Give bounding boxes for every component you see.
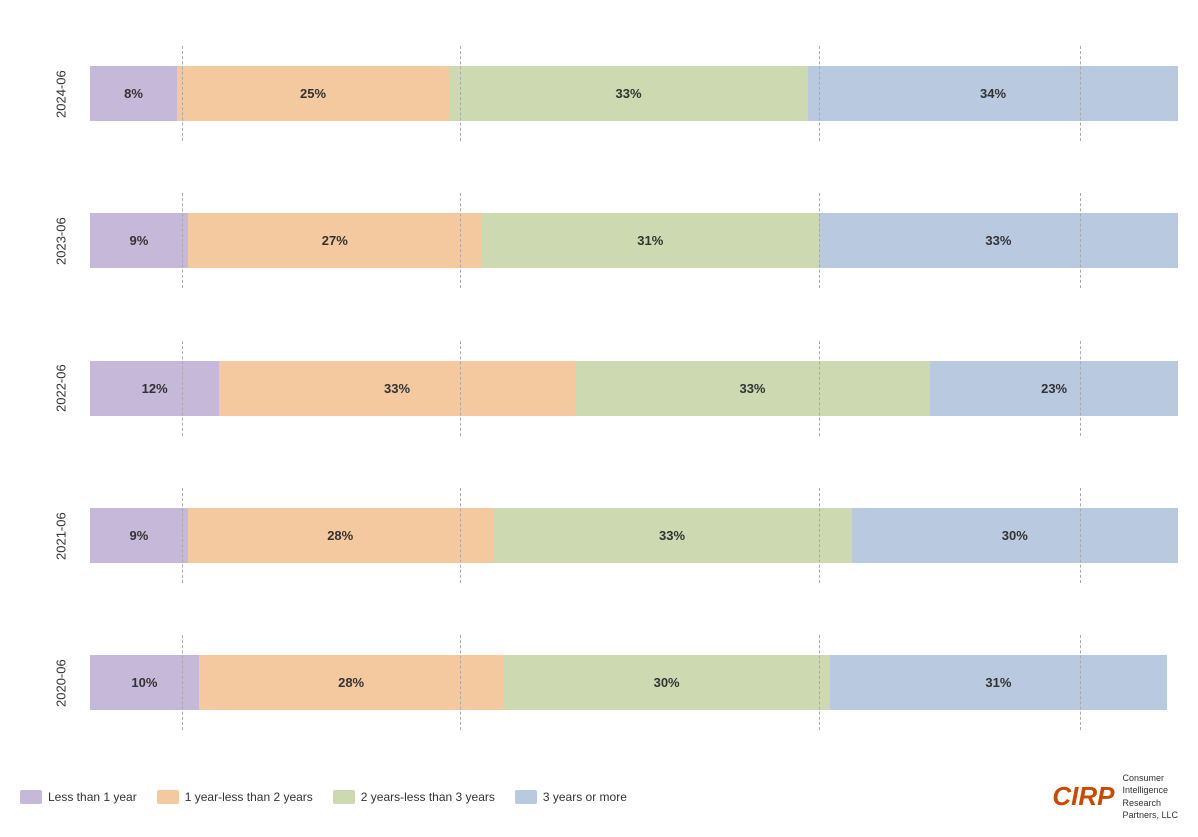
legend-label: Less than 1 year	[48, 790, 137, 804]
brand-cirp-text: CIRP	[1052, 781, 1114, 812]
legend-label: 1 year-less than 2 years	[185, 790, 313, 804]
y-axis-label: 2022-06	[20, 348, 90, 428]
bar-row: 2023-069%27%31%33%	[20, 201, 1178, 281]
bar-segment: 28%	[199, 655, 504, 710]
stacked-bar: 9%27%31%33%	[90, 213, 1178, 268]
bar-segment: 33%	[449, 66, 808, 121]
bar-segment: 9%	[90, 508, 188, 563]
bar-segment: 9%	[90, 213, 188, 268]
bar-segment: 10%	[90, 655, 199, 710]
legend-item: 1 year-less than 2 years	[157, 790, 313, 804]
bar-segment: 12%	[90, 361, 219, 416]
bar-segment: 33%	[575, 361, 930, 416]
bar-segment: 30%	[852, 508, 1178, 563]
legend-item: 2 years-less than 3 years	[333, 790, 495, 804]
bar-segment: 23%	[930, 361, 1178, 416]
bar-row: 2024-068%25%33%34%	[20, 54, 1178, 134]
bar-segment: 8%	[90, 66, 177, 121]
legend-swatch	[515, 790, 537, 804]
legend-label: 2 years-less than 3 years	[361, 790, 495, 804]
stacked-bar: 10%28%30%31%	[90, 655, 1178, 710]
legend-swatch	[20, 790, 42, 804]
bar-row: 2020-0610%28%30%31%	[20, 643, 1178, 723]
legend-label: 3 years or more	[543, 790, 627, 804]
y-axis-label: 2024-06	[20, 54, 90, 134]
legend-area: Less than 1 year 1 year-less than 2 years…	[20, 757, 1178, 827]
legend-swatch	[157, 790, 179, 804]
legend-swatch	[333, 790, 355, 804]
bar-row: 2022-0612%33%33%23%	[20, 348, 1178, 428]
bar-segment: 25%	[177, 66, 449, 121]
bar-segment: 33%	[819, 213, 1178, 268]
stacked-bar: 9%28%33%30%	[90, 508, 1178, 563]
bar-segment: 30%	[503, 655, 829, 710]
bar-segment: 31%	[482, 213, 819, 268]
legend-items: Less than 1 year 1 year-less than 2 years…	[20, 790, 627, 804]
y-axis-label: 2023-06	[20, 201, 90, 281]
brand-logo: CIRP Consumer Intelligence Research Part…	[1052, 772, 1178, 822]
bar-row: 2021-069%28%33%30%	[20, 496, 1178, 576]
y-axis-label: 2020-06	[20, 643, 90, 723]
bar-segment: 27%	[188, 213, 482, 268]
stacked-bar: 12%33%33%23%	[90, 361, 1178, 416]
legend-item: 3 years or more	[515, 790, 627, 804]
brand-company-text: Consumer Intelligence Research Partners,…	[1122, 772, 1178, 822]
bar-segment: 28%	[188, 508, 493, 563]
stacked-bar: 8%25%33%34%	[90, 66, 1178, 121]
legend-item: Less than 1 year	[20, 790, 137, 804]
bar-segment: 31%	[830, 655, 1167, 710]
chart-area: 2024-068%25%33%34%2023-069%27%31%33%2022…	[20, 20, 1178, 757]
bar-segment: 34%	[808, 66, 1178, 121]
bar-segment: 33%	[219, 361, 574, 416]
y-axis-label: 2021-06	[20, 496, 90, 576]
bar-segment: 33%	[493, 508, 852, 563]
